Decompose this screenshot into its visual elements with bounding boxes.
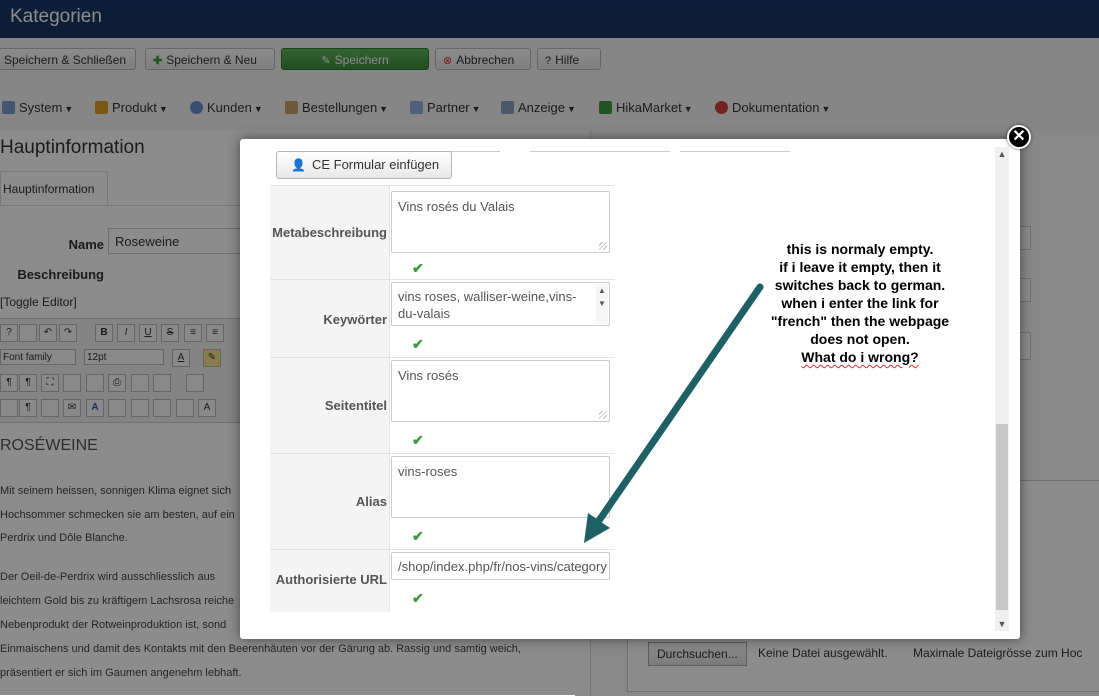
modal-scrollbar[interactable]: ▲ ▼ [995, 147, 1009, 631]
scroll-up-icon[interactable]: ▲ [995, 147, 1009, 161]
scroll-thumb[interactable] [996, 424, 1008, 610]
annotation-arrow [584, 283, 764, 543]
scroll-down-icon[interactable]: ▼ [995, 617, 1009, 631]
modal-dialog: 👤 CE Formular einfügen Metabeschreibung V… [240, 139, 1020, 639]
close-icon[interactable]: ✕ [1007, 125, 1031, 149]
arrow-shaft [594, 283, 764, 526]
